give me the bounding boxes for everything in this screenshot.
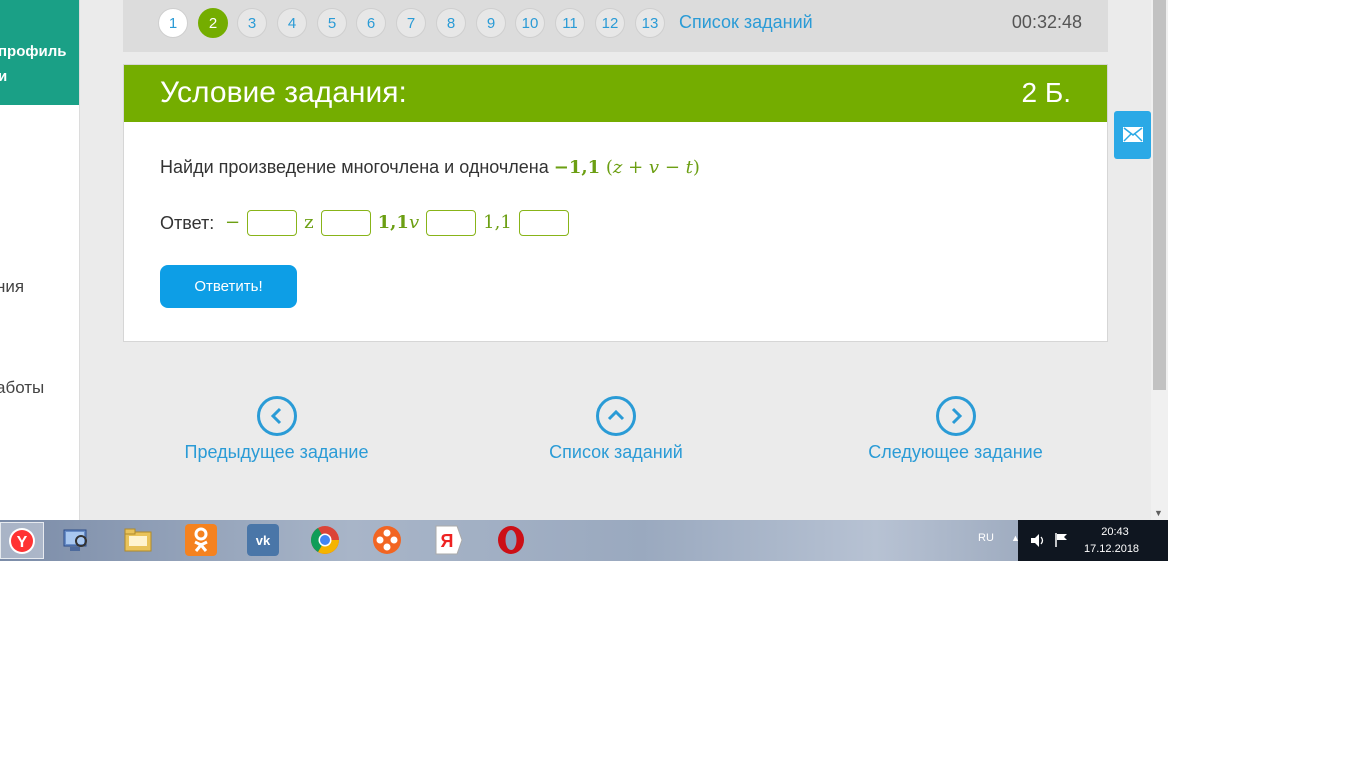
next-task-nav[interactable]: Следующее задание xyxy=(868,396,1043,463)
task-number-9[interactable]: 9 xyxy=(476,8,506,38)
task-navigation-bar: 1 2 3 4 5 6 7 8 9 10 11 12 13 Список зад… xyxy=(123,0,1108,52)
timer: 00:32:48 xyxy=(1011,12,1082,32)
svg-text:Я: Я xyxy=(441,531,454,551)
task-number-2-current[interactable]: 2 xyxy=(198,8,228,38)
next-task-label: Следующее задание xyxy=(868,442,1043,462)
feedback-mail-button[interactable] xyxy=(1114,111,1151,159)
windows-taskbar: Y vk Я RU ▲ 20:43 17.12.2018 xyxy=(0,520,1168,561)
task-number-7[interactable]: 7 xyxy=(396,8,426,38)
task-number-3[interactable]: 3 xyxy=(237,8,267,38)
folder-icon[interactable] xyxy=(122,524,154,556)
language-indicator[interactable]: RU xyxy=(978,532,994,544)
task-number-10[interactable]: 10 xyxy=(515,8,545,38)
show-hidden-icons-icon[interactable]: ▲ xyxy=(1011,533,1020,543)
task-number-12[interactable]: 12 xyxy=(595,8,625,38)
task-number-11[interactable]: 11 xyxy=(555,8,585,38)
yandex-icon[interactable]: Я xyxy=(433,524,465,556)
profile-label-2: и xyxy=(0,68,7,85)
profile-label: профиль xyxy=(0,43,67,60)
submit-answer-button[interactable]: Ответить! xyxy=(160,265,297,308)
task-number-5[interactable]: 5 xyxy=(317,8,347,38)
task-title: Условие задания: xyxy=(160,76,407,109)
previous-task-nav[interactable]: Предыдущее задание xyxy=(183,396,370,463)
task-number-4[interactable]: 4 xyxy=(277,8,307,38)
media-player-icon[interactable] xyxy=(371,524,403,556)
yandex-browser-icon: Y xyxy=(9,528,35,554)
answer-input-1[interactable] xyxy=(247,210,298,237)
vertical-scrollbar[interactable]: ▼ xyxy=(1151,0,1168,520)
answer-row: Ответ: − z 1,1v 1,1 xyxy=(160,208,571,237)
answer-label: Ответ: xyxy=(160,213,215,234)
opera-icon[interactable] xyxy=(495,524,527,556)
question-text: Найди произведение многочлена и одночлен… xyxy=(160,157,549,177)
previous-task-label: Предыдущее задание xyxy=(184,442,369,462)
task-number-1[interactable]: 1 xyxy=(158,8,188,38)
left-sidebar: профиль и ния аботы xyxy=(0,0,80,520)
task-card: Условие задания: 2 Б. Найди произведение… xyxy=(123,64,1108,342)
odnoklassniki-icon[interactable] xyxy=(185,524,217,556)
chrome-icon[interactable] xyxy=(309,524,341,556)
scroll-down-arrow-icon[interactable]: ▼ xyxy=(1154,508,1163,518)
answer-var-z: z xyxy=(304,212,314,234)
volume-icon[interactable] xyxy=(1030,533,1046,548)
task-card-header: Условие задания: 2 Б. xyxy=(124,65,1107,122)
profile-link[interactable]: профиль и xyxy=(0,0,79,105)
answer-term-1-1v: 1,1v xyxy=(377,212,420,234)
sidebar-item-1[interactable]: ния xyxy=(0,277,24,297)
sidebar-item-2[interactable]: аботы xyxy=(0,378,44,398)
answer-input-2[interactable] xyxy=(320,210,371,237)
vk-icon[interactable]: vk xyxy=(247,524,279,556)
action-center-flag-icon[interactable] xyxy=(1054,532,1069,548)
svg-text:vk: vk xyxy=(256,533,271,548)
chevron-up-icon xyxy=(596,396,636,436)
chevron-right-icon xyxy=(935,396,976,436)
task-list-label: Список заданий xyxy=(549,442,683,462)
svg-text:Y: Y xyxy=(17,534,28,551)
browser-viewport: профиль и ния аботы 1 2 3 4 5 6 7 8 9 10… xyxy=(0,0,1168,561)
answer-input-3[interactable] xyxy=(426,210,477,237)
clock-date[interactable]: 17.12.2018 xyxy=(1084,543,1139,555)
system-tray: RU ▲ 20:43 17.12.2018 xyxy=(978,520,1168,561)
task-points: 2 Б. xyxy=(1021,77,1071,108)
task-question: Найди произведение многочлена и одночлен… xyxy=(160,157,700,178)
clock-time[interactable]: 20:43 xyxy=(1090,526,1140,538)
task-number-6[interactable]: 6 xyxy=(356,8,386,38)
answer-input-4[interactable] xyxy=(518,210,569,237)
answer-coef-1-1: 1,1 xyxy=(483,212,512,234)
yandex-browser-taskbar-button[interactable]: Y xyxy=(0,522,44,559)
explorer-search-icon[interactable] xyxy=(60,524,92,556)
chevron-left-icon xyxy=(256,396,297,436)
task-number-13[interactable]: 13 xyxy=(635,8,665,38)
task-number-8[interactable]: 8 xyxy=(436,8,466,38)
mail-icon xyxy=(1123,127,1143,142)
task-list-link[interactable]: Список заданий xyxy=(679,12,813,33)
scrollbar-thumb[interactable] xyxy=(1153,0,1166,390)
question-expression: −1,1 (z + v − t) xyxy=(553,157,700,178)
task-list-nav[interactable]: Список заданий xyxy=(547,396,685,463)
answer-minus-sign: − xyxy=(219,212,241,234)
